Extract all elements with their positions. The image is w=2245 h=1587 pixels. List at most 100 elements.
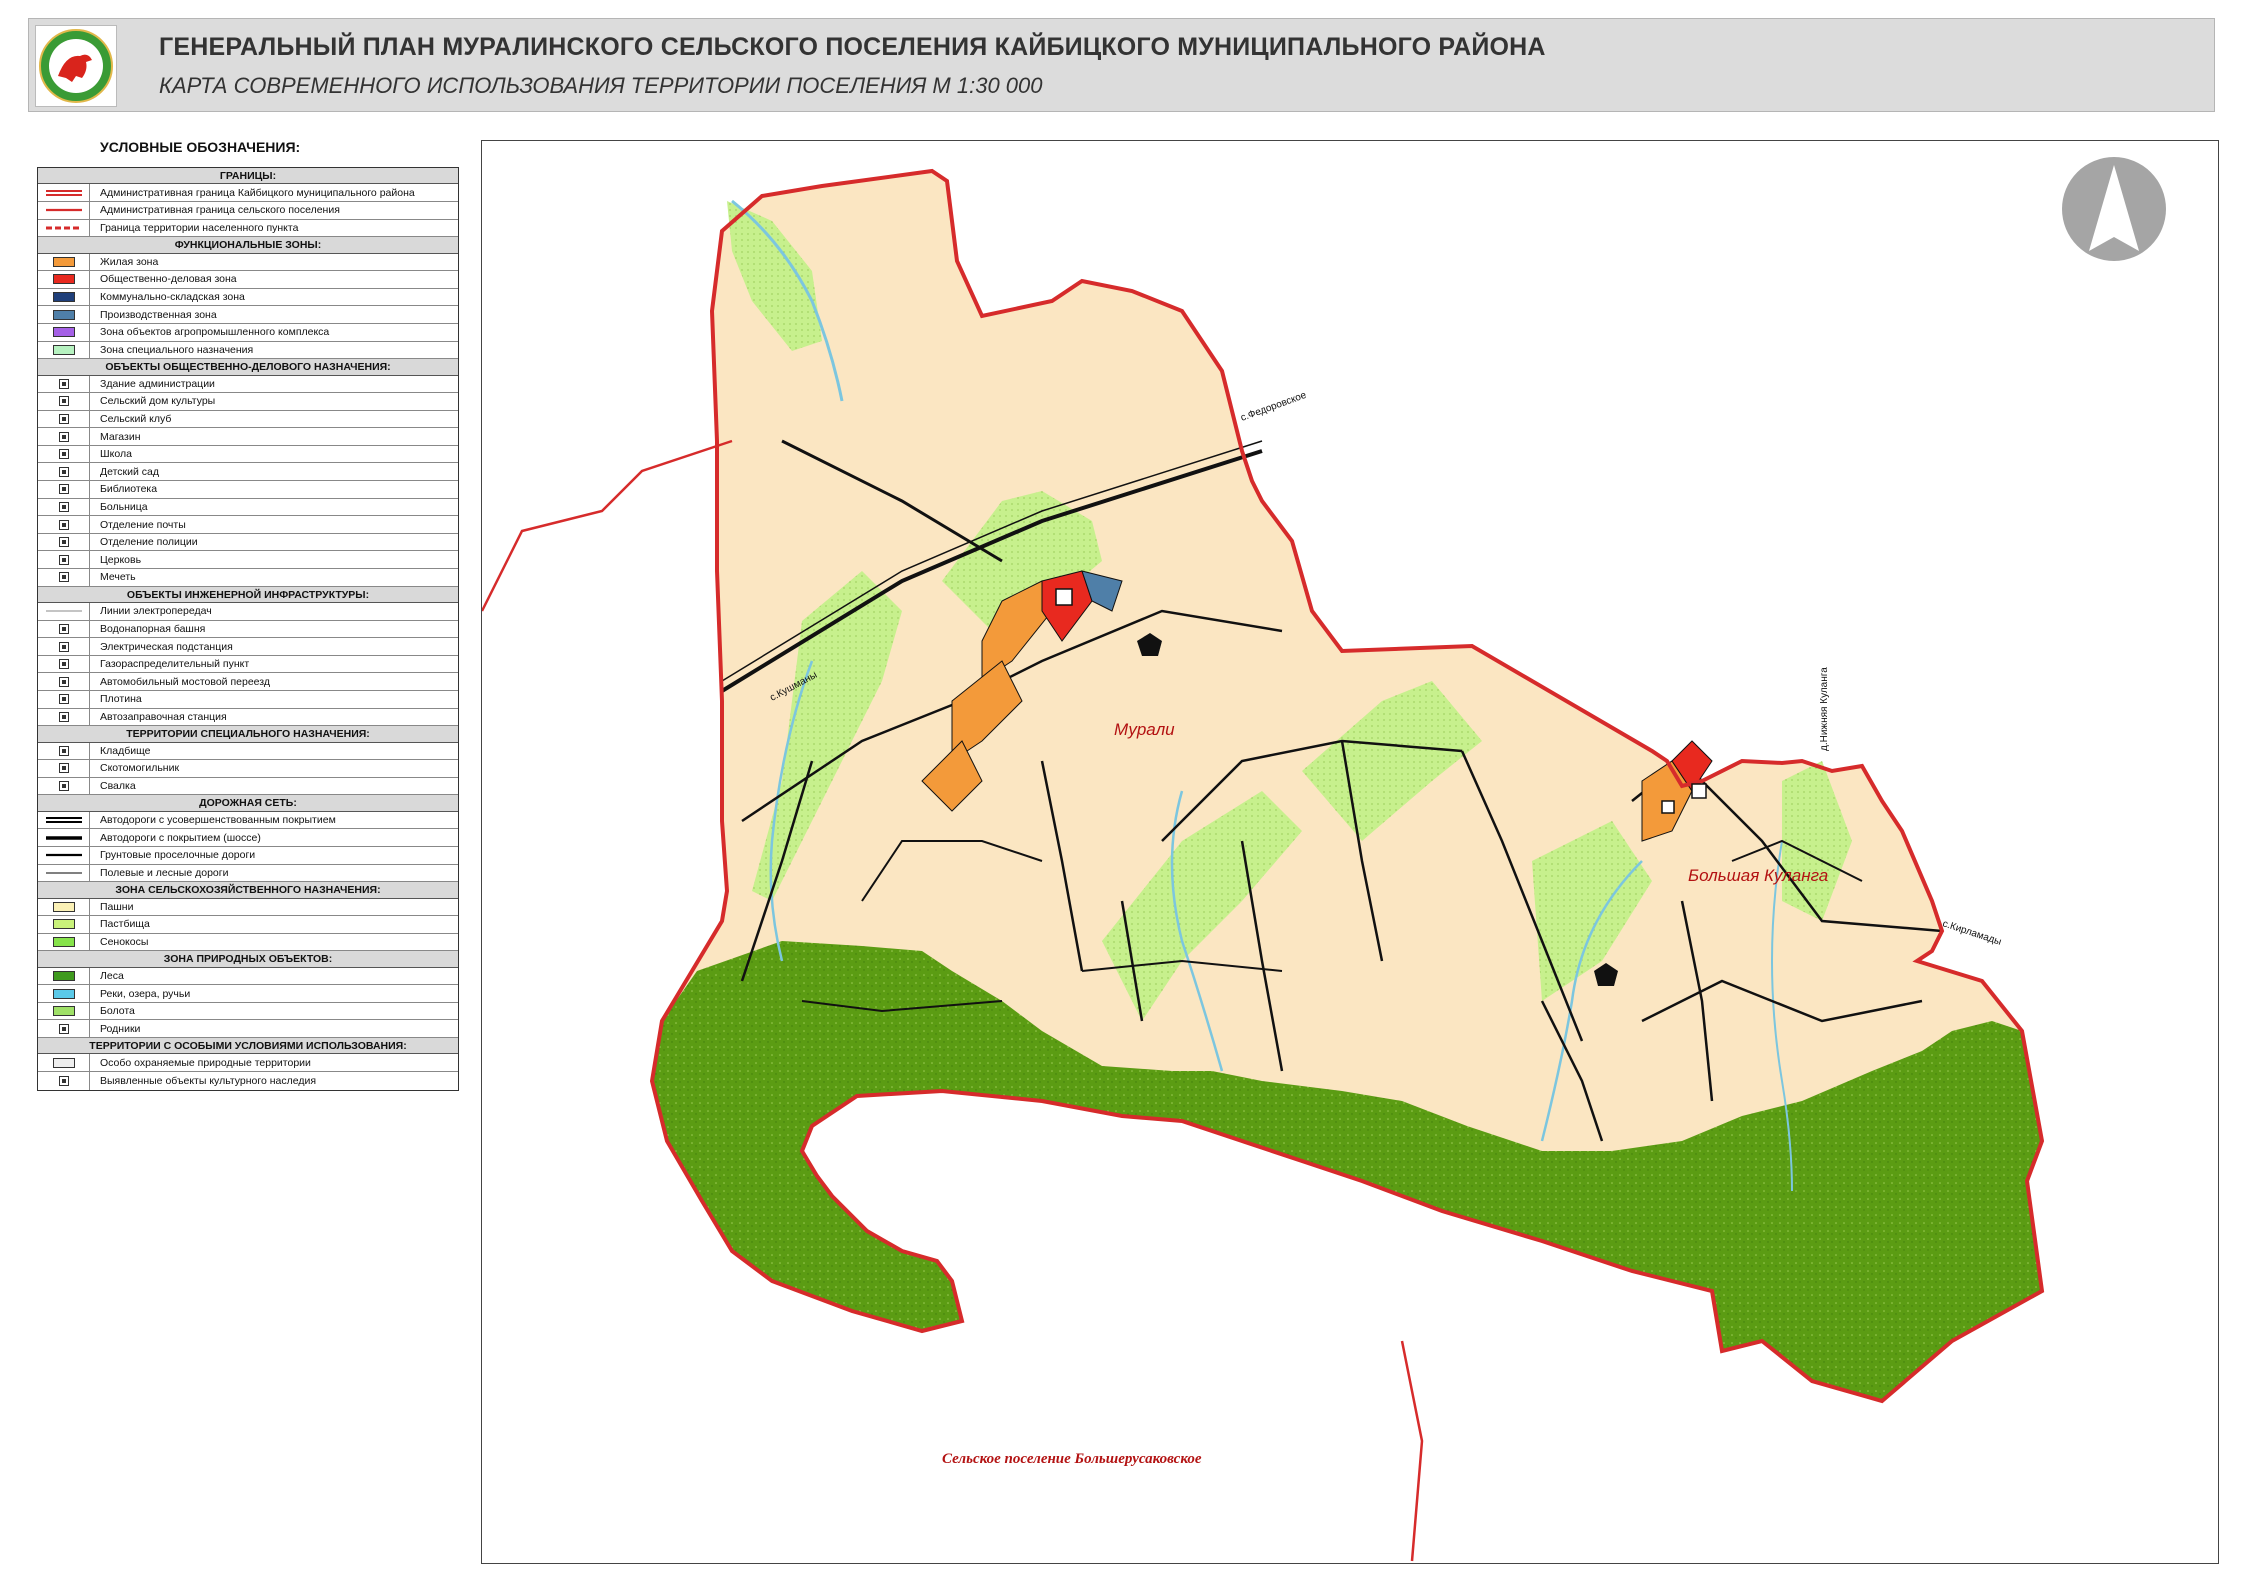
legend-item: Сельский дом культуры	[38, 393, 458, 411]
legend-symbol	[38, 1054, 90, 1072]
legend-label: Леса	[100, 969, 124, 982]
legend-section-title: ЗОНА СЕЛЬСКОХОЗЯЙСТВЕННОГО НАЗНАЧЕНИЯ:	[38, 882, 458, 899]
legend-label: Производственная зона	[100, 308, 217, 321]
legend-symbol	[38, 811, 90, 829]
administration-icon	[58, 378, 69, 389]
district-boundary	[480, 439, 733, 612]
legend-item: Особо охраняемые природные территории	[38, 1054, 458, 1073]
legend-item: Автомобильный мостовой переезд	[38, 673, 458, 691]
legend-label: Автозаправочная станция	[100, 710, 227, 723]
legend-item: Болота	[38, 1002, 458, 1021]
legend-section-title: ГРАНИЦЫ:	[38, 168, 458, 185]
legend-symbol	[38, 341, 90, 359]
legend-symbol	[38, 603, 90, 620]
culture-house-icon	[58, 396, 69, 407]
road-label: с.Кирламады	[1941, 918, 2003, 947]
road-label: д.Нижняя Куланга	[1819, 667, 1830, 751]
legend-label: Зона объектов агропромышленного комплекс…	[100, 326, 330, 339]
legend-symbol	[38, 375, 90, 393]
legend-item: Производственная зона	[38, 306, 458, 324]
map-canvas: Мурали Большая Куланга Сельское поселени…	[480, 157, 2166, 1562]
legend-item: Леса	[38, 967, 458, 986]
legend-symbol	[38, 967, 90, 985]
legend-label: Свалка	[100, 780, 136, 793]
legend-label: Сенокосы	[100, 936, 149, 948]
legend-label: Газораспределительный пункт	[100, 658, 250, 671]
legend-label: Здание администрации	[100, 377, 215, 390]
legend-label: Граница территории населенного пункта	[100, 221, 299, 234]
map-subtitle: КАРТА СОВРЕМЕННОГО ИСПОЛЬЗОВАНИЯ ТЕРРИТО…	[159, 73, 1043, 98]
legend-symbol	[38, 933, 90, 951]
mosque-icon	[58, 572, 69, 583]
legend-label: Школа	[100, 448, 132, 461]
legend-line	[45, 226, 82, 230]
legend-symbol	[38, 673, 90, 690]
legend-label: Родники	[100, 1022, 141, 1035]
spring-icon	[58, 1023, 69, 1034]
legend-symbol	[38, 829, 90, 846]
legend-item: Мечеть	[38, 569, 458, 587]
legend-symbol	[38, 1002, 90, 1020]
legend-label: Сельский дом культуры	[100, 395, 216, 408]
gas-point-icon	[58, 659, 69, 670]
legend-label: Коммунально-складская зона	[100, 291, 245, 304]
legend-symbol	[38, 898, 90, 916]
legend-item: Электрическая подстанция	[38, 638, 458, 656]
legend-line	[45, 854, 82, 857]
legend-item: Зона специального назначения	[38, 341, 458, 360]
legend-symbol	[38, 288, 90, 306]
legend-symbol	[38, 655, 90, 673]
legend-item: Пашни	[38, 898, 458, 917]
dam-icon	[58, 694, 69, 705]
legend-item: Административная граница сельского посел…	[38, 201, 458, 220]
legend-section-title: ОБЪЕКТЫ ОБЩЕСТВЕННО-ДЕЛОВОГО НАЗНАЧЕНИЯ:	[38, 359, 458, 376]
map-title: ГЕНЕРАЛЬНЫЙ ПЛАН МУРАЛИНСКОГО СЕЛЬСКОГО …	[159, 33, 1546, 61]
legend-symbol	[38, 985, 90, 1002]
legend-label: Церковь	[100, 553, 142, 566]
legend-swatch	[52, 292, 75, 303]
legend-swatch	[52, 937, 75, 947]
legend-symbol	[38, 463, 90, 481]
legend-item: Плотина	[38, 691, 458, 709]
legend-item: Административная граница Кайбицкого муни…	[38, 184, 458, 202]
legend-label: Автомобильный мостовой переезд	[100, 675, 270, 688]
legend-label: Административная граница Кайбицкого муни…	[100, 186, 415, 199]
kindergarten-icon	[58, 466, 69, 477]
legend-section-title: ДОРОЖНАЯ СЕТЬ:	[38, 795, 458, 812]
legend-item: Полевые и лесные дороги	[38, 864, 458, 883]
legend-item: Автодороги с усовершенствованным покрыти…	[38, 811, 458, 830]
substation-icon	[58, 641, 69, 652]
legend-swatch	[52, 919, 75, 930]
school-icon	[58, 449, 69, 460]
legend-symbol	[38, 201, 90, 219]
legend-item: Сельский клуб	[38, 410, 458, 429]
legend-symbol	[38, 410, 90, 428]
legend-label: Библиотека	[100, 483, 158, 496]
legend-section-title: ТЕРРИТОРИИ СПЕЦИАЛЬНОГО НАЗНАЧЕНИЯ:	[38, 726, 458, 743]
legend-line	[45, 872, 82, 874]
legend-item: Родники	[38, 1020, 458, 1039]
legend-symbol	[38, 253, 90, 271]
emblem-icon	[35, 25, 117, 107]
legend-label: Плотина	[100, 693, 142, 706]
legend-symbol	[38, 777, 90, 795]
legend-item: Магазин	[38, 428, 458, 446]
cemetery-icon	[58, 745, 69, 756]
heritage-icon	[58, 1075, 69, 1086]
legend-item: Скотомогильник	[38, 760, 458, 778]
legend-swatch	[52, 970, 75, 981]
legend-label: Особо охраняемые природные территории	[100, 1056, 311, 1069]
legend-label: Больница	[100, 500, 148, 513]
legend-item: Грунтовые проселочные дороги	[38, 846, 458, 865]
legend-item: Автозаправочная станция	[38, 708, 458, 727]
post-office-icon	[58, 519, 69, 530]
legend-item: Пастбища	[38, 916, 458, 934]
legend-item: Церковь	[38, 551, 458, 570]
legend-label: Реки, озера, ручьи	[100, 987, 191, 1000]
legend-label: Зона специального назначения	[100, 343, 254, 356]
legend-label: Детский сад	[100, 465, 160, 478]
legend: ГРАНИЦЫ: Административная граница Кайбицк…	[37, 167, 459, 1091]
bridge-icon	[58, 676, 69, 687]
legend-item: Выявленные объекты культурного наследия	[38, 1072, 458, 1090]
legend-symbol	[38, 742, 90, 760]
